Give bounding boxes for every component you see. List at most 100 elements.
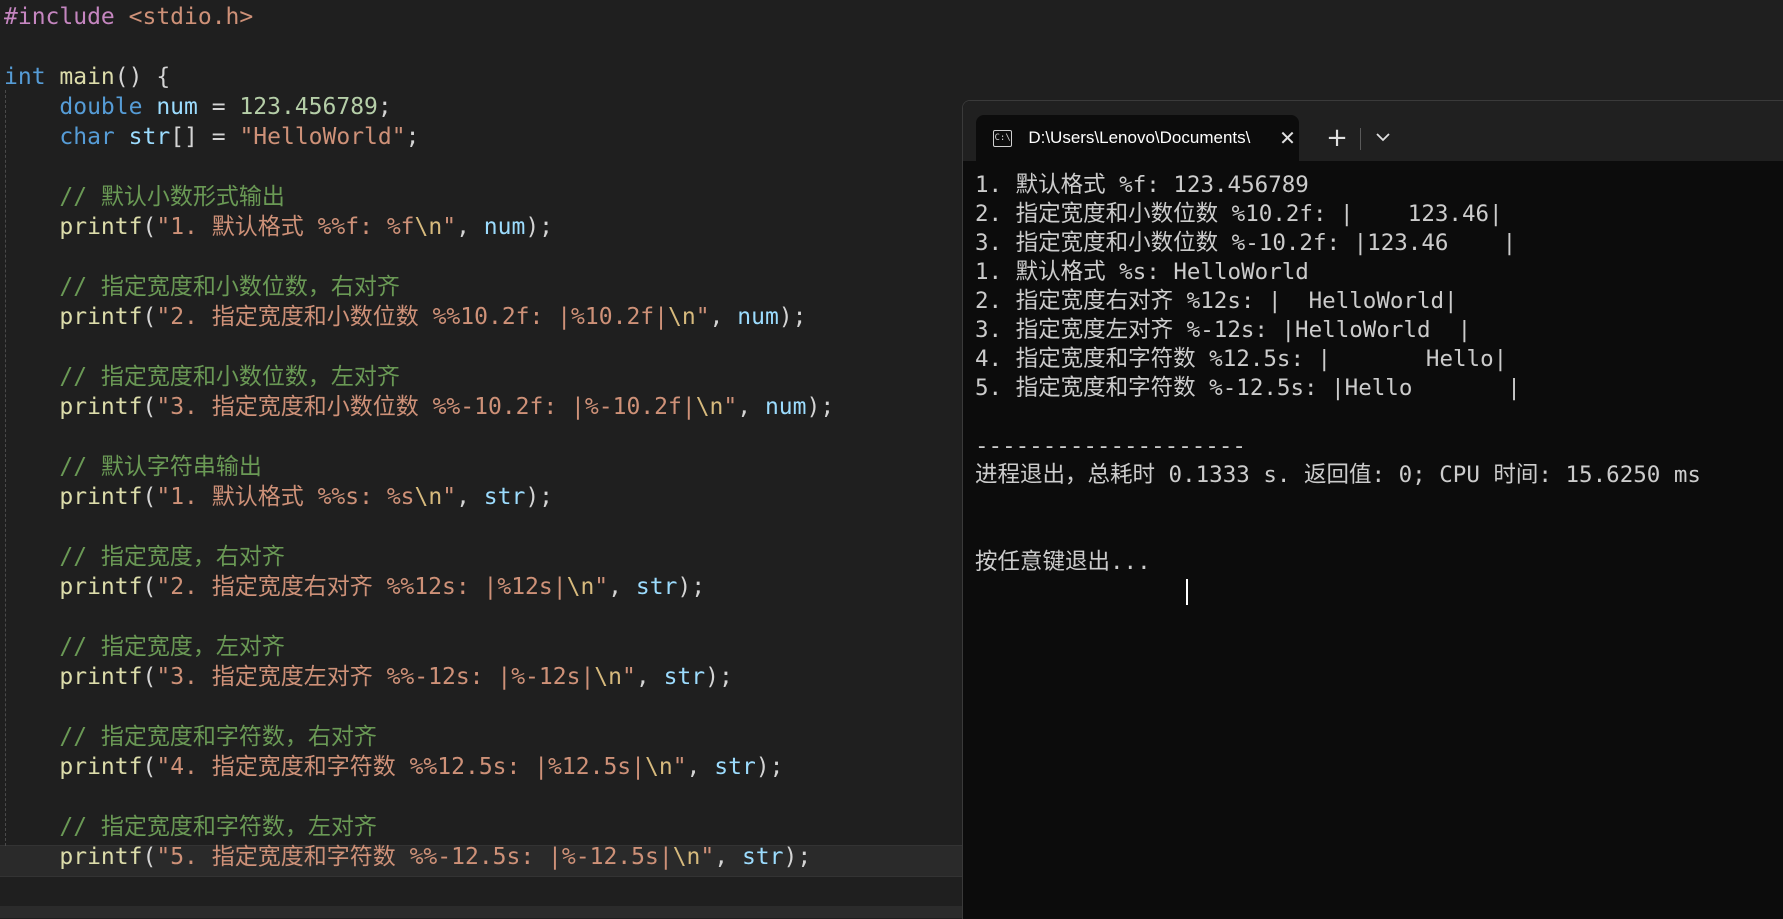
code-token: ( xyxy=(142,664,157,690)
code-token: " xyxy=(622,664,636,690)
code-line[interactable]: // 默认小数形式输出 xyxy=(4,182,285,212)
code-token: // 指定宽度和小数位数，右对齐 xyxy=(59,274,400,300)
terminal-output-line: -------------------- xyxy=(975,433,1246,459)
code-token: " xyxy=(594,574,609,600)
code-line[interactable]: // 指定宽度，右对齐 xyxy=(4,542,285,572)
code-token: printf xyxy=(59,214,143,240)
code-token: () { xyxy=(114,64,171,90)
code-token: // 指定宽度和小数位数，左对齐 xyxy=(59,364,400,390)
code-token: ( xyxy=(142,754,157,780)
code-token: ); xyxy=(778,304,807,330)
code-token: "1. 默认格式 %%s: %s xyxy=(156,484,415,510)
code-token: <stdio.h> xyxy=(128,4,254,30)
code-token: , xyxy=(714,844,742,870)
code-token: \n xyxy=(414,214,443,240)
code-token: str xyxy=(635,574,678,600)
code-token: ( xyxy=(142,214,157,240)
code-line[interactable]: // 指定宽度和小数位数，左对齐 xyxy=(4,362,400,392)
code-line[interactable]: // 指定宽度和小数位数，右对齐 xyxy=(4,272,400,302)
code-line[interactable]: char str[] = "HelloWorld"; xyxy=(4,122,419,152)
code-token: printf xyxy=(59,484,143,510)
terminal-output-line: 按任意键退出... xyxy=(975,549,1151,575)
code-token: , xyxy=(456,484,484,510)
code-token: , xyxy=(686,754,715,780)
code-token: num xyxy=(737,304,779,330)
text-cursor xyxy=(1186,579,1188,605)
code-line[interactable]: double num = 123.456789; xyxy=(4,92,391,122)
code-token: main xyxy=(59,64,115,90)
code-token: ( xyxy=(142,844,157,870)
terminal-output-line: 5. 指定宽度和字符数 %-12.5s: |Hello | xyxy=(975,375,1521,401)
code-token: printf xyxy=(59,574,143,600)
code-token: ); xyxy=(677,574,706,600)
close-icon[interactable]: ✕ xyxy=(1276,126,1299,150)
code-token: int xyxy=(4,64,60,90)
code-line[interactable]: // 指定宽度和字符数，左对齐 xyxy=(4,812,377,842)
code-token: ); xyxy=(783,844,812,870)
terminal-tab-bar: C:\ D:\Users\Lenovo\Documents\ ✕ + xyxy=(963,101,1783,161)
code-token: , xyxy=(709,304,738,330)
code-line[interactable]: printf("1. 默认格式 %%s: %s\n", str); xyxy=(4,482,553,512)
code-token: str xyxy=(741,844,784,870)
code-token: 123.456789 xyxy=(239,94,378,120)
code-line[interactable]: int main() { xyxy=(4,62,170,92)
code-token: "2. 指定宽度右对齐 %%12s: |%12s| xyxy=(156,574,567,600)
code-token: \n xyxy=(644,754,673,780)
code-line[interactable]: // 指定宽度和字符数，右对齐 xyxy=(4,722,377,752)
code-line[interactable]: // 默认字符串输出 xyxy=(4,452,262,482)
terminal-output-line: 4. 指定宽度和字符数 %12.5s: | Hello| xyxy=(975,346,1508,372)
code-token: " xyxy=(695,304,710,330)
code-token: "2. 指定宽度和小数位数 %%10.2f: |%10.2f| xyxy=(156,304,668,330)
terminal-tab[interactable]: C:\ D:\Users\Lenovo\Documents\ ✕ xyxy=(976,115,1299,161)
terminal-output-line: 2. 指定宽度和小数位数 %10.2f: | 123.46| xyxy=(975,201,1503,227)
code-token: " xyxy=(442,484,457,510)
code-token: // 指定宽度，左对齐 xyxy=(59,634,285,660)
code-token: = xyxy=(197,94,240,120)
code-token: ); xyxy=(806,394,835,420)
code-line[interactable]: printf("3. 指定宽度左对齐 %%-12s: |%-12s|\n", s… xyxy=(4,662,732,692)
code-token: , xyxy=(635,664,664,690)
code-line[interactable]: printf("5. 指定宽度和字符数 %%-12.5s: |%-12.5s|\… xyxy=(4,842,811,872)
new-tab-button[interactable]: + xyxy=(1320,121,1354,155)
code-token: ( xyxy=(142,394,157,420)
code-token: , xyxy=(737,394,765,420)
code-line[interactable]: printf("2. 指定宽度右对齐 %%12s: |%12s|\n", str… xyxy=(4,572,705,602)
code-token: str xyxy=(714,754,756,780)
chevron-down-icon[interactable] xyxy=(1366,121,1400,155)
code-token: \n xyxy=(566,574,595,600)
code-line[interactable]: printf("3. 指定宽度和小数位数 %%-10.2f: |%-10.2f|… xyxy=(4,392,834,422)
code-token: \n xyxy=(414,484,443,510)
editor-horizontal-scrollbar[interactable] xyxy=(0,906,962,918)
code-token: \n xyxy=(594,664,622,690)
terminal-window[interactable]: C:\ D:\Users\Lenovo\Documents\ ✕ + 1. 默认… xyxy=(962,100,1783,919)
code-line[interactable]: // 指定宽度，左对齐 xyxy=(4,632,285,662)
code-line[interactable]: printf("1. 默认格式 %%f: %f\n", num); xyxy=(4,212,553,242)
code-line[interactable]: printf("2. 指定宽度和小数位数 %%10.2f: |%10.2f|\n… xyxy=(4,302,807,332)
code-line[interactable]: printf("4. 指定宽度和字符数 %%12.5s: |%12.5s|\n"… xyxy=(4,752,783,782)
code-token: // 指定宽度和字符数，左对齐 xyxy=(59,814,377,840)
terminal-output-line: 2. 指定宽度右对齐 %12s: | HelloWorld| xyxy=(975,288,1458,314)
code-token: " xyxy=(723,394,738,420)
tab-title: D:\Users\Lenovo\Documents\ xyxy=(1028,128,1251,147)
code-token: [] = xyxy=(170,124,240,150)
code-token: // 默认字符串输出 xyxy=(59,454,262,480)
code-line[interactable]: #include <stdio.h> xyxy=(4,2,253,32)
code-token: double xyxy=(59,94,157,120)
code-token: char xyxy=(59,124,129,150)
divider xyxy=(1360,128,1361,150)
code-token: , xyxy=(456,214,484,240)
code-token: printf xyxy=(59,664,143,690)
